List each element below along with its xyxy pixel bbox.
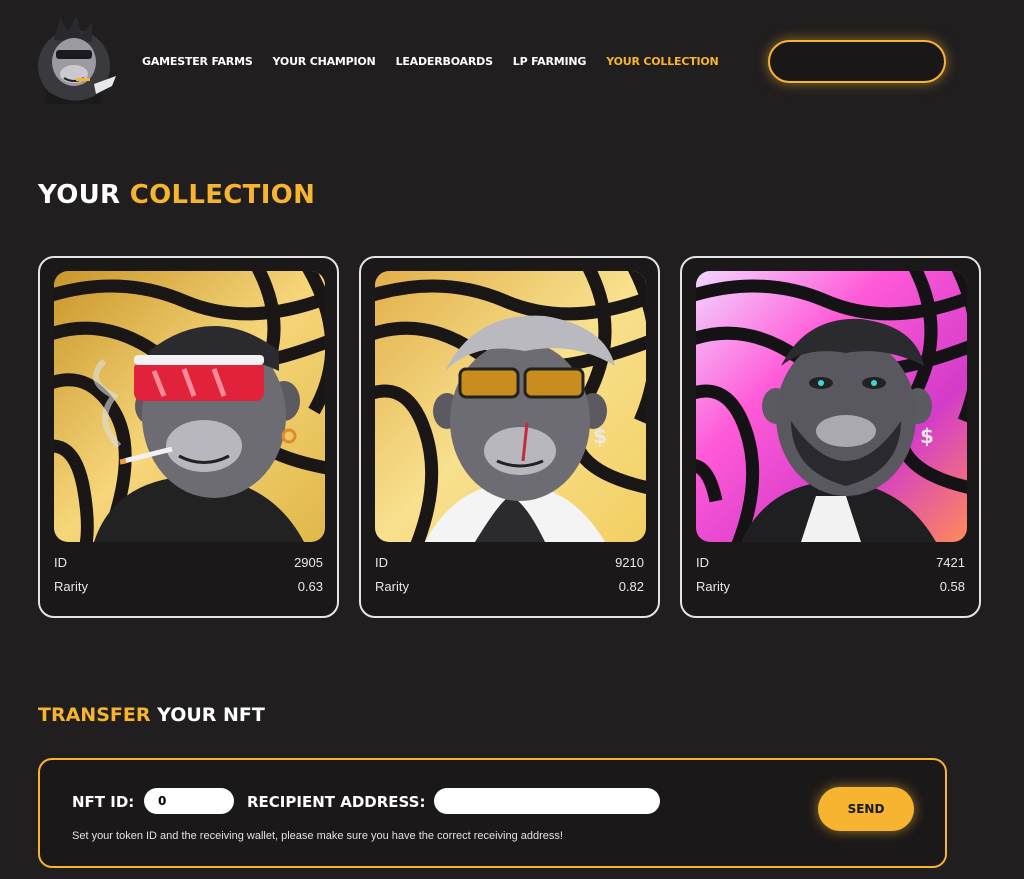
nav-gamester-farms[interactable]: GAMESTER FARMS (142, 55, 253, 68)
nft-card[interactable]: ID 2905 Rarity 0.63 (38, 256, 339, 618)
nft-card[interactable]: $ ID 7421 Rarity 0.58 (680, 256, 981, 618)
card-rarity-row: Rarity 0.58 (696, 579, 965, 594)
main-nav: GAMESTER FARMS YOUR CHAMPION LEADERBOARD… (142, 55, 719, 68)
card-rarity-row: Rarity 0.82 (375, 579, 644, 594)
card-id-row: ID 7421 (696, 555, 965, 570)
card-id-label: ID (696, 555, 709, 570)
transfer-title-part1: TRANSFER (38, 704, 151, 726)
card-rarity-value: 0.58 (939, 579, 965, 594)
transfer-title: TRANSFER YOUR NFT (38, 704, 265, 726)
svg-text:$: $ (593, 424, 607, 448)
card-id-label: ID (375, 555, 388, 570)
transfer-help-text: Set your token ID and the receiving wall… (72, 830, 563, 842)
card-rarity-value: 0.82 (618, 579, 644, 594)
card-id-label: ID (54, 555, 67, 570)
collection-title: YOUR COLLECTION (38, 180, 315, 210)
send-button[interactable]: SEND (818, 787, 914, 831)
nft-card[interactable]: $ ID 9210 Rarity 0.82 (359, 256, 660, 618)
transfer-title-part2: YOUR NFT (157, 704, 265, 726)
svg-text:$: $ (920, 424, 934, 448)
gorilla-logo[interactable] (36, 14, 118, 104)
nav-leaderboards[interactable]: LEADERBOARDS (396, 55, 493, 68)
recipient-address-input[interactable] (434, 788, 660, 814)
card-rarity-label: Rarity (54, 579, 88, 594)
card-rarity-label: Rarity (375, 579, 409, 594)
nft-card-list: ID 2905 Rarity 0.63 $ ID 9210 Rarity 0.8… (38, 256, 981, 618)
nft-image-ape-gold-glasses: $ (375, 271, 646, 542)
card-id-row: ID 9210 (375, 555, 644, 570)
collection-title-part2: COLLECTION (129, 180, 316, 210)
collection-title-part1: YOUR (38, 180, 121, 210)
card-id-row: ID 2905 (54, 555, 323, 570)
card-id-value: 7421 (936, 555, 965, 570)
card-rarity-label: Rarity (696, 579, 730, 594)
nav-your-champion[interactable]: YOUR CHAMPION (273, 55, 376, 68)
nft-id-input[interactable] (144, 788, 234, 814)
nav-your-collection[interactable]: YOUR COLLECTION (606, 55, 719, 68)
nft-image-ape-bearded-suit: $ (696, 271, 967, 542)
card-id-value: 2905 (294, 555, 323, 570)
recipient-address-label: RECIPIENT ADDRESS: (247, 793, 426, 811)
nft-id-label: NFT ID: (72, 793, 135, 811)
connect-wallet-button[interactable] (768, 40, 946, 83)
nft-image-ape-red-visor (54, 271, 325, 542)
transfer-panel: NFT ID: RECIPIENT ADDRESS: Set your toke… (38, 758, 947, 868)
card-id-value: 9210 (615, 555, 644, 570)
nav-lp-farming[interactable]: LP FARMING (513, 55, 587, 68)
card-rarity-value: 0.63 (297, 579, 323, 594)
card-rarity-row: Rarity 0.63 (54, 579, 323, 594)
